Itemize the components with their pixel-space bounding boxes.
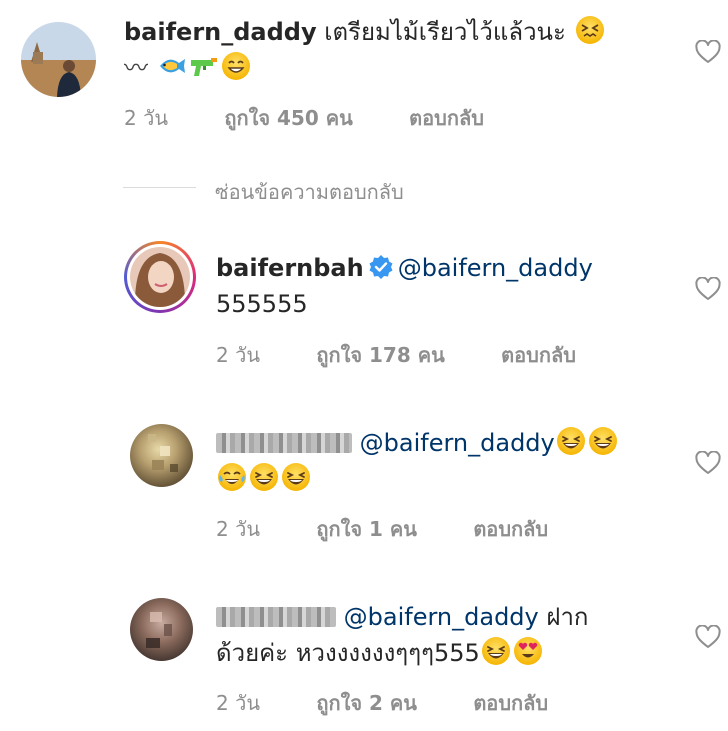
laughing-face-emoji-icon — [588, 426, 618, 456]
likes-count-button[interactable]: ถูกใจ 178 คน — [316, 343, 444, 367]
verified-badge-icon — [369, 255, 393, 279]
reply-button[interactable]: ตอบกลับ — [501, 343, 576, 367]
water-pistol-emoji-icon — [189, 51, 219, 81]
mention-link[interactable]: @baifern_daddy — [360, 429, 555, 457]
comment-text: baifern_daddy เตรียมไม้เรียวไว้แล้วนะ 〰 — [124, 14, 694, 86]
laughing-face-emoji-icon — [249, 462, 279, 492]
comment-time: 2 วัน — [124, 106, 168, 130]
username-blurred[interactable] — [216, 607, 336, 627]
username[interactable]: baifern_daddy — [124, 18, 317, 46]
comment-time: 2 วัน — [216, 517, 260, 541]
username[interactable]: baifernbah — [216, 254, 364, 282]
laughing-face-emoji-icon — [481, 636, 511, 666]
tears-of-joy-emoji-icon — [217, 462, 247, 492]
story-ring-avatar[interactable] — [124, 241, 196, 313]
like-heart-icon[interactable] — [695, 40, 721, 64]
likes-count-button[interactable]: ถูกใจ 2 คน — [316, 691, 417, 715]
comment-meta: 2 วัน ถูกใจ 2 คน ตอบกลับ — [216, 687, 598, 719]
like-heart-icon[interactable] — [695, 277, 721, 301]
hide-replies-button[interactable]: ซ่อนข้อความตอบกลับ — [215, 176, 404, 208]
confounded-face-emoji-icon — [575, 15, 605, 45]
comment-text: baifernbah @baifern_daddy 555555 — [216, 250, 676, 322]
reply-button[interactable]: ตอบกลับ — [473, 691, 548, 715]
tropical-fish-emoji-icon — [157, 51, 187, 81]
username-blurred[interactable] — [216, 433, 352, 453]
like-heart-icon[interactable] — [695, 625, 721, 649]
avatar-photo-blurred — [146, 612, 172, 648]
mention-link[interactable]: @baifern_daddy — [344, 603, 539, 631]
reply-button[interactable]: ตอบกลับ — [409, 106, 484, 130]
comment-meta: 2 วัน ถูกใจ 178 คน ตอบกลับ — [216, 339, 626, 371]
comment-text: @baifern_daddy ฝาก ด้วยค่ะ หวงงงงงงๆๆๆ55… — [216, 599, 686, 671]
comment-body: เตรียมไม้เรียวไว้แล้วนะ — [324, 18, 566, 46]
comment-body: ฝาก — [546, 603, 589, 631]
avatar[interactable] — [21, 22, 96, 97]
heart-eyes-emoji-icon — [513, 636, 543, 666]
comment-body-line2: ด้วยค่ะ หวงงงงงงๆๆๆ555 — [216, 639, 480, 667]
laughing-face-emoji-icon — [281, 462, 311, 492]
avatar[interactable] — [130, 424, 193, 487]
laughing-face-emoji-icon — [556, 426, 586, 456]
mention-link[interactable]: @baifern_daddy — [398, 254, 593, 282]
avatar-photo-blurred — [148, 434, 178, 472]
comment-meta: 2 วัน ถูกใจ 1 คน ตอบกลับ — [216, 513, 598, 545]
comment-text: @baifern_daddy — [216, 425, 686, 497]
comment-time: 2 วัน — [216, 691, 260, 715]
comment-body: 555555 — [216, 290, 308, 318]
reply-button[interactable]: ตอบกลับ — [473, 517, 548, 541]
avatar-photo — [21, 22, 96, 97]
comment-meta: 2 วัน ถูกใจ 450 คน ตอบกลับ — [124, 102, 534, 134]
wavy-dash-icon: 〰 — [124, 54, 148, 82]
avatar[interactable] — [130, 598, 193, 661]
divider-line — [123, 187, 196, 188]
like-heart-icon[interactable] — [695, 451, 721, 475]
avatar-photo — [130, 247, 190, 307]
comment-time: 2 วัน — [216, 343, 260, 367]
grinning-face-emoji-icon — [221, 51, 251, 81]
likes-count-button[interactable]: ถูกใจ 1 คน — [316, 517, 417, 541]
likes-count-button[interactable]: ถูกใจ 450 คน — [224, 106, 352, 130]
